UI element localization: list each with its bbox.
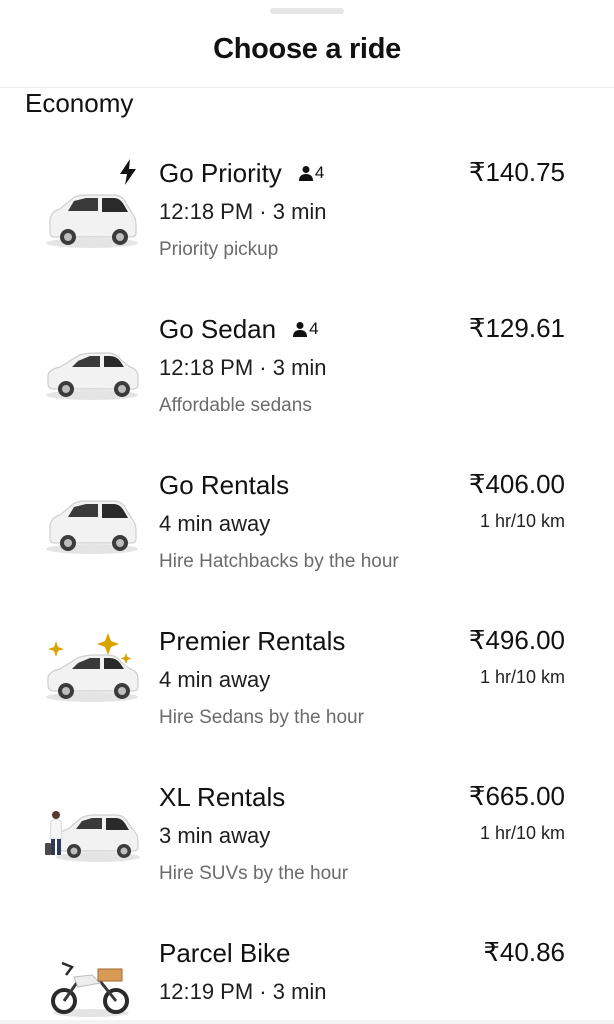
capacity-count: 4: [309, 319, 319, 338]
ride-eta: 12:18 PM · 3 min: [159, 199, 327, 224]
section-title-economy: Economy: [25, 88, 134, 118]
ride-description: Hire Hatchbacks by the hour: [159, 551, 399, 572]
ride-eta: 3 min away: [159, 823, 271, 848]
ride-name-row: Parcel Bike: [159, 937, 291, 969]
ride-description: Hire SUVs by the hour: [159, 863, 349, 884]
ride-selection-sheet: Choose a ride Economy Go Priority 4 12:1…: [0, 0, 614, 1024]
ride-option-go-sedan[interactable]: Go Sedan 4 12:18 PM · 3 min Affordable s…: [0, 313, 614, 469]
ride-price-package: 1 hr/10 km: [479, 511, 565, 531]
premier-sedan-sparkle-icon: [42, 631, 142, 703]
ride-price: ₹40.86: [483, 937, 565, 967]
ride-price: ₹129.61: [468, 313, 565, 343]
page-title: Choose a ride: [213, 33, 401, 65]
ride-name-row: Go Rentals: [159, 469, 289, 501]
ride-name: XL Rentals: [159, 781, 286, 812]
ride-name: Parcel Bike: [159, 937, 291, 968]
ride-name-row: Go Priority 4: [159, 157, 324, 189]
ride-option-premier-rentals[interactable]: Premier Rentals 4 min away Hire Sedans b…: [0, 625, 614, 781]
hatchback-car-icon: [42, 487, 142, 559]
person-icon: [298, 165, 313, 181]
ride-eta: 4 min away: [159, 667, 271, 692]
ride-name: Go Sedan: [159, 313, 277, 344]
sedan-car-icon: [42, 335, 142, 407]
capacity-badge: 4: [298, 163, 324, 183]
ride-description: Priority pickup: [159, 239, 279, 260]
capacity-badge: 4: [292, 319, 319, 339]
hatchback-car-icon: [42, 181, 142, 253]
ride-option-parcel-bike[interactable]: Parcel Bike 12:19 PM · 3 min ₹40.86: [0, 937, 614, 1020]
ride-eta: 4 min away: [159, 511, 271, 536]
sheet-header: Choose a ride: [0, 0, 614, 88]
ride-option-go-priority[interactable]: Go Priority 4 12:18 PM · 3 min Priority …: [0, 157, 614, 313]
ride-option-go-rentals[interactable]: Go Rentals 4 min away Hire Hatchbacks by…: [0, 469, 614, 625]
ride-description: Affordable sedans: [159, 395, 312, 416]
ride-price: ₹406.00: [468, 469, 565, 499]
ride-name: Go Rentals: [159, 469, 290, 500]
ride-eta: 12:18 PM · 3 min: [159, 355, 327, 380]
ride-name: Premier Rentals: [159, 625, 346, 656]
ride-eta: 12:19 PM · 3 min: [159, 979, 327, 1004]
ride-price: ₹665.00: [468, 781, 565, 811]
capacity-count: 4: [314, 163, 325, 182]
ride-option-xl-rentals[interactable]: XL Rentals 3 min away Hire SUVs by the h…: [0, 781, 614, 937]
ride-name-row: Premier Rentals: [159, 625, 345, 657]
suv-with-driver-icon: [42, 799, 142, 871]
bottom-divider: [0, 1020, 614, 1024]
parcel-bike-icon: [48, 947, 134, 1019]
ride-price-package: 1 hr/10 km: [479, 667, 565, 687]
ride-description: Hire Sedans by the hour: [159, 707, 364, 728]
person-icon: [293, 321, 308, 337]
ride-name-row: Go Sedan 4: [159, 313, 319, 345]
ride-name-row: XL Rentals: [159, 781, 285, 813]
ride-price-package: 1 hr/10 km: [479, 823, 565, 843]
ride-name: Go Priority: [159, 157, 282, 188]
ride-price: ₹140.75: [468, 157, 565, 187]
ride-price: ₹496.00: [468, 625, 565, 655]
